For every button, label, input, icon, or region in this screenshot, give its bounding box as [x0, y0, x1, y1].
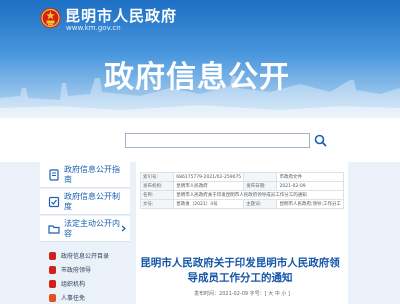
search-input[interactable] [125, 133, 310, 148]
sidebar: 政府信息公开指南 政府信息公开制度 法定主动公开内容 政府信息公开目录 市政府领… [40, 155, 130, 304]
sidebar-subitem-label: 组织机构 [61, 281, 86, 288]
meta-key [243, 172, 278, 182]
person-icon [49, 294, 56, 302]
sidebar-subitem-label: 市政府领导 [61, 267, 92, 274]
document-title: 昆明市人民政府关于印发昆明市人民政府领导成员工作分工的通知 [140, 257, 340, 284]
catalog-icon [49, 252, 56, 260]
sidebar-subitem-appointments[interactable]: 人事任免 [40, 292, 130, 304]
meta-value: 昆明市人民政府 [173, 181, 245, 191]
meta-value: 昆明市人民政府关于印发昆明市人民政府领导成员工作分工的通知 [173, 190, 344, 200]
page-title: 政府信息公开 [104, 60, 290, 95]
table-row: 文号: 昆政发〔2021〕4号 主题词: 昆明市人民政府;领导;工作分工 [139, 199, 344, 209]
rules-icon [48, 196, 60, 208]
sidebar-item-label: 政府信息公开指南 [64, 165, 120, 184]
site-name[interactable]: 昆明市人民政府 [65, 5, 177, 26]
sidebar-item-label: 法定主动公开内容 [64, 219, 120, 238]
table-row: 发布机构: 昆明市人民政府 发布日期: 2021-02-09 [139, 181, 344, 191]
meta-key: 文号: [139, 199, 175, 209]
sidebar-subitem-organizations[interactable]: 组织机构 [40, 278, 130, 290]
leader-icon [49, 266, 56, 274]
sidebar-subitem-label: 人事任免 [61, 295, 86, 302]
national-emblem-icon[interactable] [40, 7, 61, 30]
meta-key: 索引号: [139, 172, 175, 182]
meta-key: 发布机构: [139, 181, 175, 191]
sidebar-subitem-catalog[interactable]: 政府信息公开目录 [40, 250, 130, 262]
sidebar-item-label: 政府信息公开制度 [64, 192, 120, 211]
meta-value: 昆政发〔2021〕4号 [173, 199, 245, 209]
sidebar-subitem-leaders[interactable]: 市政府领导 [40, 264, 130, 276]
sidebar-item-guide[interactable]: 政府信息公开指南 [40, 162, 130, 188]
sidebar-item-statutory-content[interactable]: 法定主动公开内容 [40, 216, 130, 242]
chevron-right-icon[interactable] [120, 225, 127, 232]
folder-icon [48, 225, 60, 234]
meta-value: 2021-02-09 [276, 181, 344, 191]
site-banner: 昆明市人民政府 www.km.gov.cn 政府信息公开 [0, 0, 400, 118]
site-url: www.km.gov.cn [66, 24, 121, 32]
meta-key: 名称: [139, 190, 175, 200]
meta-value: 昆明市人民政府;领导;工作分工 [276, 199, 344, 209]
meta-value: 686175779-2021/02-259075 [173, 172, 245, 182]
document-meta-line: 发布时间：2021-02-09 字号：[ 大 中 小 ] [194, 291, 290, 297]
organization-icon [49, 280, 56, 288]
sidebar-item-rules[interactable]: 政府信息公开制度 [40, 189, 130, 215]
table-row: 名称: 昆明市人民政府关于印发昆明市人民政府领导成员工作分工的通知 [139, 190, 344, 200]
table-row: 索引号: 686175779-2021/02-259075 市政府文件 [139, 172, 344, 182]
search-icon[interactable] [314, 134, 327, 147]
document-icon [49, 169, 59, 181]
sidebar-subitem-label: 政府信息公开目录 [61, 253, 110, 260]
meta-value: 市政府文件 [276, 172, 344, 182]
meta-key: 主题词: [243, 199, 278, 209]
document-meta-table: 索引号: 686175779-2021/02-259075 市政府文件 发布机构… [139, 172, 344, 209]
meta-key: 发布日期: [243, 181, 278, 191]
